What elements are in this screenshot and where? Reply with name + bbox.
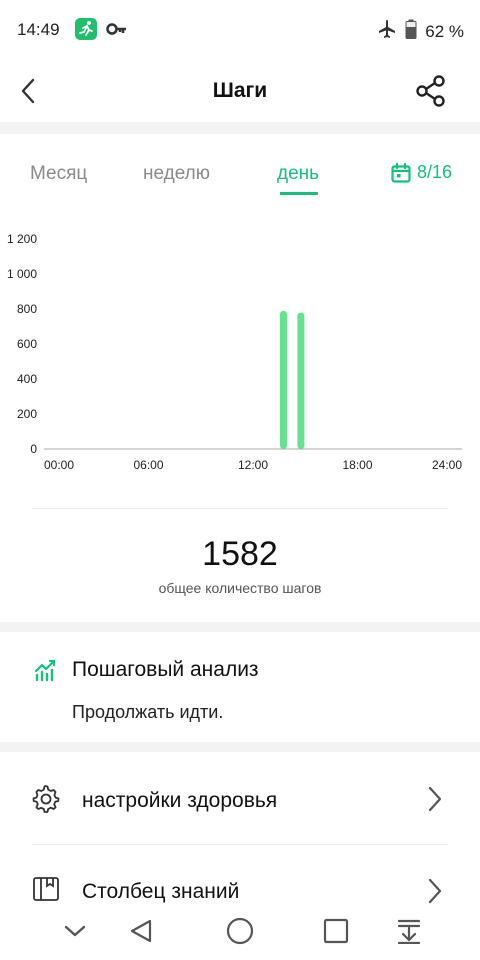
total-steps-value: 1582 [202, 535, 278, 573]
system-navigation-bar [0, 905, 480, 960]
tab-active-indicator [280, 192, 318, 195]
book-icon [32, 875, 60, 908]
x-tick-label: 06:00 [133, 458, 163, 472]
y-tick-label: 0 [30, 442, 37, 456]
calendar-icon [391, 162, 411, 183]
chevron-down-icon [64, 925, 86, 937]
nav-home-button[interactable] [222, 913, 258, 949]
steps-bar[interactable] [279, 310, 287, 449]
battery-percent: 62 % [425, 21, 464, 41]
selected-date: 8/16 [416, 162, 452, 182]
airplane-icon [377, 19, 397, 44]
total-steps-block: 1582 общее количество шагов [0, 535, 480, 596]
total-steps-label: общее количество шагов [158, 580, 322, 596]
tab-day[interactable]: день [277, 163, 319, 185]
circle-home-icon [226, 917, 254, 945]
running-app-icon [75, 18, 97, 40]
y-tick-label: 800 [17, 302, 37, 316]
analysis-text: Продолжать идти. [72, 702, 224, 722]
x-tick-label: 12:00 [238, 458, 268, 472]
y-tick-label: 200 [17, 407, 37, 421]
health-settings-row[interactable]: настройки здоровья [0, 754, 480, 844]
gear-icon [32, 785, 60, 818]
tab-month[interactable]: Месяц [30, 163, 87, 185]
status-right: 62 % [377, 19, 464, 44]
period-tabs: Месяц неделю день 8/16 [0, 145, 480, 205]
triangle-back-icon [130, 919, 152, 943]
nav-recents-button[interactable] [318, 913, 354, 949]
nav-back-button[interactable] [123, 913, 159, 949]
share-button[interactable] [414, 74, 448, 108]
key-icon [106, 21, 128, 42]
section-separator [0, 742, 480, 752]
analysis-title: Пошаговый анализ [72, 658, 259, 681]
x-tick-label: 00:00 [44, 458, 74, 472]
steps-chart: 0 200 400 600 800 1 000 1 200 00:00 06:00 12:00 18… [0, 225, 480, 485]
trend-chart-icon [34, 658, 58, 687]
steps-chart-svg: 0 200 400 600 800 1 000 1 200 00:00 06:00 12:00 18… [7, 232, 462, 472]
x-tick-label: 24:00 [432, 458, 462, 472]
top-app-bar: Шаги [0, 60, 480, 122]
tab-week[interactable]: неделю [143, 163, 210, 185]
square-recents-icon [323, 918, 349, 944]
status-time: 14:49 [17, 20, 60, 39]
status-bar: 14:49 62 % [0, 0, 480, 60]
y-tick-label: 1 200 [7, 232, 37, 246]
y-tick-label: 1 000 [7, 267, 37, 281]
pull-down-icon [397, 919, 421, 944]
section-separator [0, 122, 480, 134]
date-picker-button[interactable]: 8/16 [391, 162, 452, 183]
health-settings-label: настройки здоровья [82, 789, 278, 812]
step-analysis-card: Пошаговый анализ Продолжать идти. [0, 640, 480, 740]
chevron-right-icon [428, 786, 442, 817]
y-tick-label: 600 [17, 337, 37, 351]
page-title: Шаги [212, 79, 268, 102]
battery-icon [405, 19, 417, 44]
knowledge-column-label: Столбец знаний [82, 880, 240, 903]
steps-bar[interactable] [297, 312, 305, 450]
share-icon [416, 75, 445, 107]
y-tick-label: 400 [17, 372, 37, 386]
x-tick-label: 18:00 [342, 458, 372, 472]
divider [32, 508, 448, 509]
nav-notifications-button[interactable] [391, 913, 427, 949]
nav-collapse-button[interactable] [57, 913, 93, 949]
section-separator [0, 622, 480, 632]
